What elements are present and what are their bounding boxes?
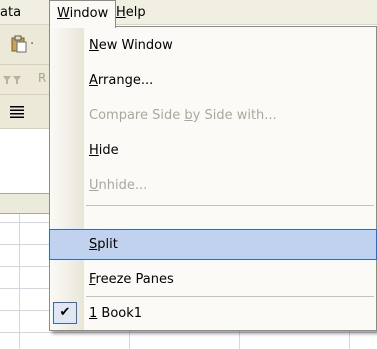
menu-window-mnemonic: W xyxy=(57,6,70,21)
menu-help-mnemonic: H xyxy=(116,5,126,20)
menu-item-unhide[interactable]: Unhide... xyxy=(50,171,376,201)
window-menu-dropdown: New Window Arrange... Compare Side by Si… xyxy=(49,26,377,331)
menu-separator xyxy=(86,296,374,297)
menu-item-compare-side-by-side[interactable]: Compare Side by Side with... xyxy=(50,101,376,131)
menu-item-freeze-panes[interactable]: Freeze Panes xyxy=(50,265,376,295)
menu-data[interactable]: ata xyxy=(0,0,27,25)
menu-separator xyxy=(86,205,374,206)
menu-item-book1[interactable]: ✔ 1 Book1 xyxy=(50,299,376,329)
menu-item-arrange[interactable]: Arrange... xyxy=(50,66,376,96)
menu-item-label: Arrange... xyxy=(89,73,154,88)
toolbar-fragment: · xyxy=(30,37,35,52)
menu-item-label: Hide xyxy=(89,143,119,158)
menu-item-label: Split xyxy=(89,237,118,252)
menu-item-split[interactable]: Split xyxy=(49,229,377,260)
menu-help-rest: elp xyxy=(125,5,146,20)
menu-item-label: Unhide... xyxy=(89,178,148,193)
align-left-icon[interactable] xyxy=(9,105,25,119)
menu-item-label: 1 Book1 xyxy=(89,306,143,321)
menu-item-new-window[interactable]: New Window xyxy=(50,31,376,61)
menu-item-label: New Window xyxy=(89,38,173,53)
filter-icon[interactable] xyxy=(2,73,24,87)
menu-item-hide[interactable]: Hide xyxy=(50,136,376,166)
menu-item-label: Compare Side by Side with... xyxy=(89,108,277,123)
menu-data-label: ata xyxy=(0,5,22,20)
menu-window[interactable]: Window xyxy=(49,0,117,28)
menu-item-label: Freeze Panes xyxy=(89,272,174,287)
check-icon: ✔ xyxy=(53,302,77,324)
toolbar-fragment-r: R xyxy=(38,71,47,85)
menu-window-rest: indow xyxy=(69,6,109,21)
paste-icon[interactable] xyxy=(10,35,28,53)
